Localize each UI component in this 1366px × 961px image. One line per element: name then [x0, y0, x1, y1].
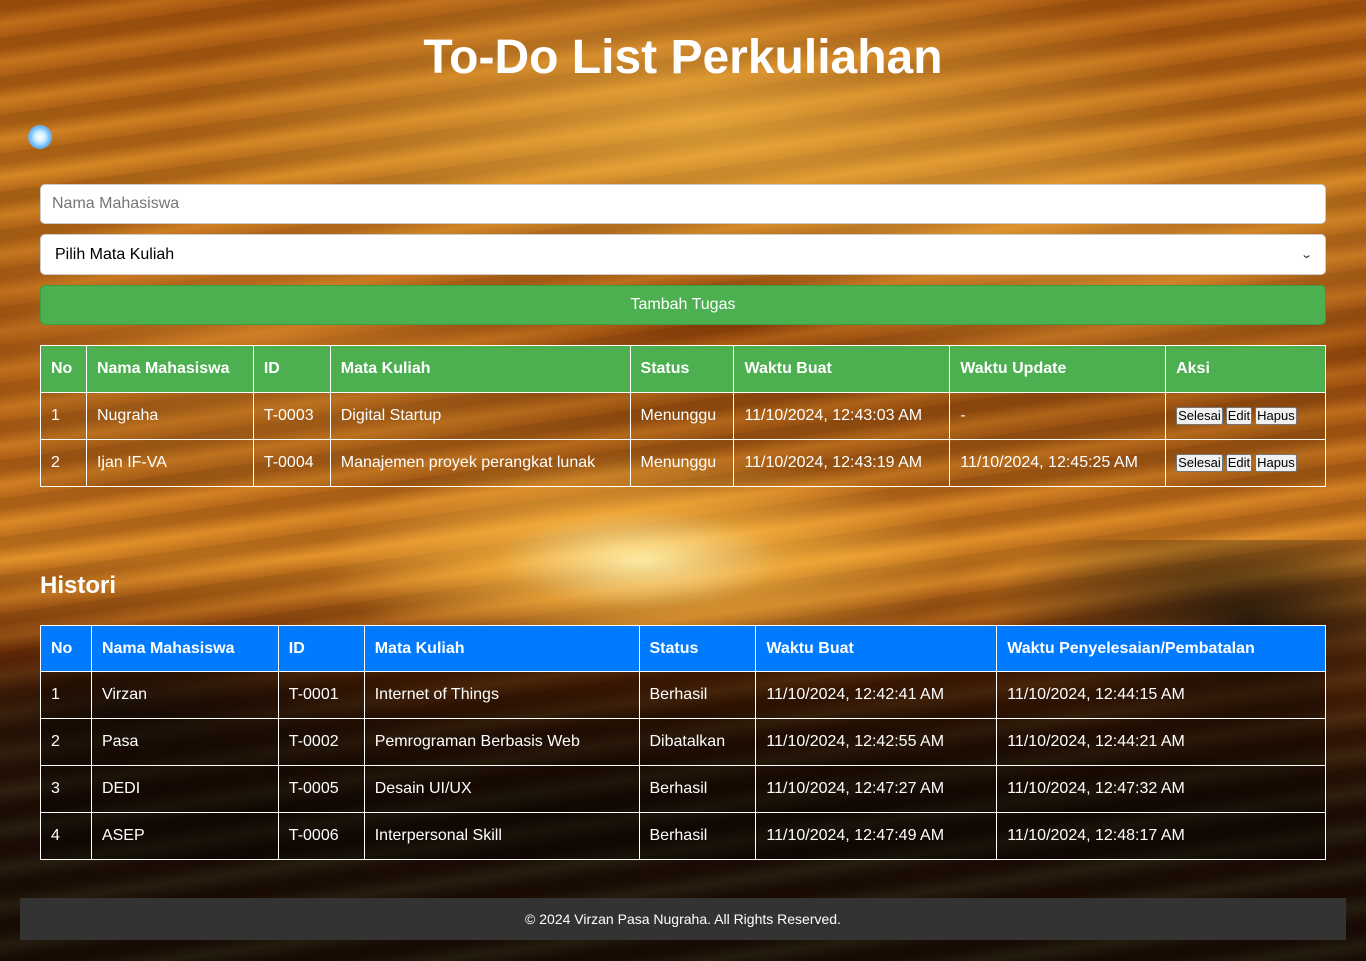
column-header: Mata Kuliah: [329, 345, 631, 393]
cell-no: 2: [40, 439, 87, 487]
cell-status: Menunggu: [629, 439, 735, 487]
cell-finished: 11/10/2024, 12:47:32 AM: [996, 765, 1326, 813]
delete-button[interactable]: Hapus: [1255, 454, 1297, 472]
cell-course: Interpersonal Skill: [363, 812, 640, 860]
cell-updated: -: [949, 392, 1167, 440]
cell-status: Menunggu: [629, 392, 735, 440]
footer-text: © 2024 Virzan Pasa Nugraha. All Rights R…: [525, 911, 841, 927]
history-table-header: No Nama Mahasiswa ID Mata Kuliah Status …: [40, 625, 1326, 672]
cell-name: Nugraha: [85, 392, 254, 440]
column-header: Status: [629, 345, 735, 393]
cell-id: T-0004: [252, 439, 331, 487]
delete-button[interactable]: Hapus: [1255, 407, 1297, 425]
column-header: Aksi: [1165, 345, 1326, 393]
cell-course: Manajemen proyek perangkat lunak: [329, 439, 631, 487]
column-header: Mata Kuliah: [363, 625, 640, 672]
history-table: No Nama Mahasiswa ID Mata Kuliah Status …: [40, 625, 1326, 860]
task-table: No Nama Mahasiswa ID Mata Kuliah Status …: [40, 345, 1326, 487]
cell-status: Berhasil: [638, 812, 757, 860]
edit-button[interactable]: Edit: [1225, 454, 1253, 472]
page-footer: © 2024 Virzan Pasa Nugraha. All Rights R…: [20, 898, 1346, 940]
cell-actions: Selesai Edit Hapus: [1165, 439, 1326, 487]
cell-updated: 11/10/2024, 12:45:25 AM: [949, 439, 1167, 487]
cell-created: 11/10/2024, 12:47:27 AM: [755, 765, 998, 813]
cell-status: Berhasil: [638, 765, 757, 813]
cell-status: Dibatalkan: [638, 718, 757, 766]
course-select-value: Pilih Mata Kuliah: [55, 245, 175, 263]
table-row: 1 Virzan T-0001 Internet of Things Berha…: [40, 671, 1326, 719]
column-header: Waktu Penyelesaian/Pembatalan: [996, 625, 1326, 672]
cell-course: Pemrograman Berbasis Web: [363, 718, 640, 766]
column-header: No: [40, 625, 92, 672]
cell-name: DEDI: [90, 765, 279, 813]
cell-course: Digital Startup: [329, 392, 631, 440]
cell-no: 1: [40, 392, 87, 440]
cell-created: 11/10/2024, 12:43:03 AM: [733, 392, 951, 440]
cell-id: T-0002: [277, 718, 365, 766]
cell-status: Berhasil: [638, 671, 757, 719]
student-name-input[interactable]: [40, 184, 1326, 224]
edit-button[interactable]: Edit: [1225, 407, 1253, 425]
cell-no: 1: [40, 671, 92, 719]
table-row: 2 Pasa T-0002 Pemrograman Berbasis Web D…: [40, 718, 1326, 766]
column-header: Status: [638, 625, 757, 672]
column-header: ID: [277, 625, 365, 672]
cell-created: 11/10/2024, 12:43:19 AM: [733, 439, 951, 487]
history-title: Histori: [40, 572, 117, 599]
table-row: 4 ASEP T-0006 Interpersonal Skill Berhas…: [40, 812, 1326, 860]
cell-no: 3: [40, 765, 92, 813]
table-row: 3 DEDI T-0005 Desain UI/UX Berhasil 11/1…: [40, 765, 1326, 813]
cell-name: Ijan IF-VA: [85, 439, 254, 487]
chevron-down-icon: ⌄: [1299, 249, 1313, 261]
add-task-button[interactable]: Tambah Tugas: [40, 285, 1326, 325]
done-button[interactable]: Selesai: [1176, 454, 1223, 472]
column-header: Nama Mahasiswa: [85, 345, 254, 393]
column-header: Nama Mahasiswa: [90, 625, 279, 672]
cell-course: Internet of Things: [363, 671, 640, 719]
cell-finished: 11/10/2024, 12:44:15 AM: [996, 671, 1326, 719]
cell-no: 4: [40, 812, 92, 860]
cell-created: 11/10/2024, 12:47:49 AM: [755, 812, 998, 860]
done-button[interactable]: Selesai: [1176, 407, 1223, 425]
column-header: Waktu Update: [949, 345, 1167, 393]
table-row: 1 Nugraha T-0003 Digital Startup Menungg…: [40, 392, 1326, 440]
cell-name: Virzan: [90, 671, 279, 719]
column-header: Waktu Buat: [733, 345, 951, 393]
cell-actions: Selesai Edit Hapus: [1165, 392, 1326, 440]
task-table-header: No Nama Mahasiswa ID Mata Kuliah Status …: [40, 345, 1326, 393]
cell-finished: 11/10/2024, 12:44:21 AM: [996, 718, 1326, 766]
course-select[interactable]: Pilih Mata Kuliah ⌄: [40, 234, 1326, 275]
cell-created: 11/10/2024, 12:42:55 AM: [755, 718, 998, 766]
cell-created: 11/10/2024, 12:42:41 AM: [755, 671, 998, 719]
column-header: No: [40, 345, 87, 393]
page-title: To-Do List Perkuliahan: [423, 31, 943, 84]
cell-id: T-0003: [252, 392, 331, 440]
cell-no: 2: [40, 718, 92, 766]
cell-course: Desain UI/UX: [363, 765, 640, 813]
column-header: ID: [252, 345, 331, 393]
cell-id: T-0005: [277, 765, 365, 813]
cell-id: T-0006: [277, 812, 365, 860]
cell-name: Pasa: [90, 718, 279, 766]
table-row: 2 Ijan IF-VA T-0004 Manajemen proyek per…: [40, 439, 1326, 487]
column-header: Waktu Buat: [755, 625, 998, 672]
cell-finished: 11/10/2024, 12:48:17 AM: [996, 812, 1326, 860]
cell-name: ASEP: [90, 812, 279, 860]
glow-orb-icon: [28, 125, 52, 149]
cell-id: T-0001: [277, 671, 365, 719]
